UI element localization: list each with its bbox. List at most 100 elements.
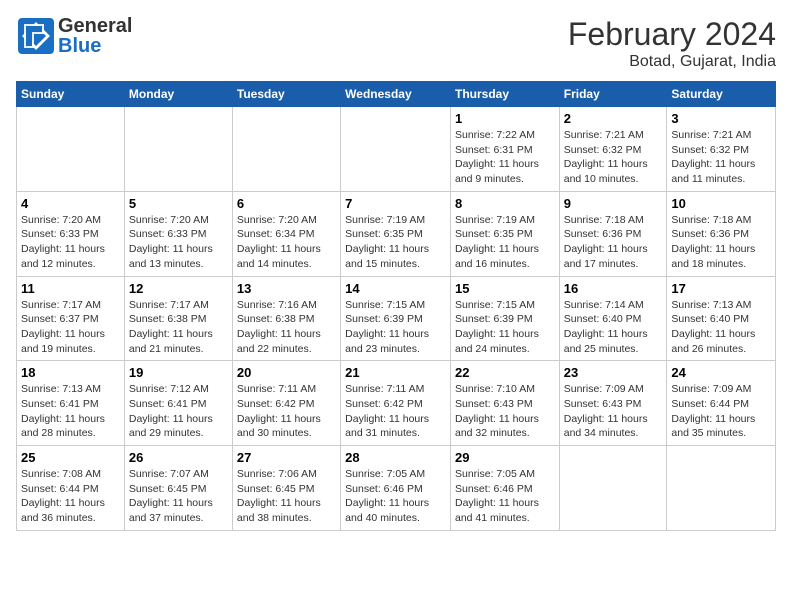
calendar-cell: 14Sunrise: 7:15 AMSunset: 6:39 PMDayligh… xyxy=(341,276,451,361)
logo-blue-text: Blue xyxy=(58,36,132,56)
day-info: Sunrise: 7:17 AMSunset: 6:38 PMDaylight:… xyxy=(129,298,228,357)
day-number: 28 xyxy=(345,450,446,465)
calendar-cell: 22 Sunrise: 7:10 AMSunset: 6:43 PMDayligh… xyxy=(450,361,559,446)
day-info: Sunrise: 7:12 AMSunset: 6:41 PMDaylight:… xyxy=(129,382,228,441)
day-info: Sunrise: 7:22 AMSunset: 6:31 PMDaylight:… xyxy=(455,128,555,187)
calendar-cell xyxy=(341,107,451,192)
calendar-cell: 2 Sunrise: 7:21 AMSunset: 6:32 PMDaylight… xyxy=(559,107,667,192)
day-number: 9 xyxy=(564,196,663,211)
calendar-cell: 8Sunrise: 7:19 AMSunset: 6:35 PMDaylight… xyxy=(450,191,559,276)
day-number: 3 xyxy=(671,111,771,126)
calendar-cell: 26 Sunrise: 7:07 AMSunset: 6:45 PMDayligh… xyxy=(124,446,232,531)
day-number: 20 xyxy=(237,365,336,380)
header-thursday: Thursday xyxy=(450,82,559,107)
day-info: Sunrise: 7:07 AMSunset: 6:45 PMDaylight:… xyxy=(129,467,228,526)
calendar-cell: 28Sunrise: 7:05 AMSunset: 6:46 PMDayligh… xyxy=(341,446,451,531)
calendar-cell: 3 Sunrise: 7:21 AMSunset: 6:32 PMDaylight… xyxy=(667,107,776,192)
calendar-body: 1 Sunrise: 7:22 AMSunset: 6:31 PMDaylight… xyxy=(17,107,776,531)
day-info: Sunrise: 7:19 AMSunset: 6:35 PMDaylight:… xyxy=(345,213,446,272)
page-header: General Blue February 2024 Botad, Gujara… xyxy=(16,16,776,71)
day-number: 15 xyxy=(455,281,555,296)
calendar-cell xyxy=(17,107,125,192)
calendar-cell xyxy=(232,107,340,192)
week-row-4: 18 Sunrise: 7:13 AMSunset: 6:41 PMDayligh… xyxy=(17,361,776,446)
logo-general-text: General xyxy=(58,16,132,36)
header-tuesday: Tuesday xyxy=(232,82,340,107)
day-info: Sunrise: 7:19 AMSunset: 6:35 PMDaylight:… xyxy=(455,213,555,272)
calendar-cell: 12 Sunrise: 7:17 AMSunset: 6:38 PMDayligh… xyxy=(124,276,232,361)
day-number: 25 xyxy=(21,450,120,465)
day-number: 26 xyxy=(129,450,228,465)
day-number: 27 xyxy=(237,450,336,465)
day-info: Sunrise: 7:05 AMSunset: 6:46 PMDaylight:… xyxy=(455,467,555,526)
day-number: 2 xyxy=(564,111,663,126)
calendar-cell: 1 Sunrise: 7:22 AMSunset: 6:31 PMDaylight… xyxy=(450,107,559,192)
calendar-cell: 18 Sunrise: 7:13 AMSunset: 6:41 PMDayligh… xyxy=(17,361,125,446)
calendar-cell: 16Sunrise: 7:14 AMSunset: 6:40 PMDayligh… xyxy=(559,276,667,361)
header-saturday: Saturday xyxy=(667,82,776,107)
calendar-cell: 5 Sunrise: 7:20 AMSunset: 6:33 PMDaylight… xyxy=(124,191,232,276)
calendar-header: SundayMondayTuesdayWednesdayThursdayFrid… xyxy=(17,82,776,107)
day-info: Sunrise: 7:21 AMSunset: 6:32 PMDaylight:… xyxy=(564,128,663,187)
day-info: Sunrise: 7:16 AMSunset: 6:38 PMDaylight:… xyxy=(237,298,336,357)
location-text: Botad, Gujarat, India xyxy=(568,53,776,71)
calendar-cell: 10 Sunrise: 7:18 AMSunset: 6:36 PMDayligh… xyxy=(667,191,776,276)
header-monday: Monday xyxy=(124,82,232,107)
week-row-2: 4Sunrise: 7:20 AMSunset: 6:33 PMDaylight… xyxy=(17,191,776,276)
day-number: 12 xyxy=(129,281,228,296)
calendar-cell: 15 Sunrise: 7:15 AMSunset: 6:39 PMDayligh… xyxy=(450,276,559,361)
week-row-5: 25 Sunrise: 7:08 AMSunset: 6:44 PMDayligh… xyxy=(17,446,776,531)
day-number: 7 xyxy=(345,196,446,211)
calendar-cell: 4Sunrise: 7:20 AMSunset: 6:33 PMDaylight… xyxy=(17,191,125,276)
calendar-cell: 29 Sunrise: 7:05 AMSunset: 6:46 PMDayligh… xyxy=(450,446,559,531)
day-info: Sunrise: 7:06 AMSunset: 6:45 PMDaylight:… xyxy=(237,467,336,526)
day-info: Sunrise: 7:20 AMSunset: 6:34 PMDaylight:… xyxy=(237,213,336,272)
title-area: February 2024 Botad, Gujarat, India xyxy=(568,16,776,71)
calendar-cell: 25 Sunrise: 7:08 AMSunset: 6:44 PMDayligh… xyxy=(17,446,125,531)
day-number: 18 xyxy=(21,365,120,380)
day-number: 5 xyxy=(129,196,228,211)
calendar-cell xyxy=(559,446,667,531)
day-number: 1 xyxy=(455,111,555,126)
day-info: Sunrise: 7:20 AMSunset: 6:33 PMDaylight:… xyxy=(129,213,228,272)
calendar-cell: 19 Sunrise: 7:12 AMSunset: 6:41 PMDayligh… xyxy=(124,361,232,446)
logo-text: General Blue xyxy=(58,16,132,56)
day-number: 21 xyxy=(345,365,446,380)
day-info: Sunrise: 7:11 AMSunset: 6:42 PMDaylight:… xyxy=(237,382,336,441)
calendar-cell: 23 Sunrise: 7:09 AMSunset: 6:43 PMDayligh… xyxy=(559,361,667,446)
header-friday: Friday xyxy=(559,82,667,107)
day-number: 10 xyxy=(671,196,771,211)
day-number: 24 xyxy=(671,365,771,380)
day-info: Sunrise: 7:13 AMSunset: 6:41 PMDaylight:… xyxy=(21,382,120,441)
day-info: Sunrise: 7:08 AMSunset: 6:44 PMDaylight:… xyxy=(21,467,120,526)
day-info: Sunrise: 7:18 AMSunset: 6:36 PMDaylight:… xyxy=(671,213,771,272)
day-number: 11 xyxy=(21,281,120,296)
day-info: Sunrise: 7:18 AMSunset: 6:36 PMDaylight:… xyxy=(564,213,663,272)
logo-icon xyxy=(16,16,56,56)
logo: General Blue xyxy=(16,16,132,56)
header-wednesday: Wednesday xyxy=(341,82,451,107)
day-info: Sunrise: 7:14 AMSunset: 6:40 PMDaylight:… xyxy=(564,298,663,357)
calendar-cell: 17Sunrise: 7:13 AMSunset: 6:40 PMDayligh… xyxy=(667,276,776,361)
calendar-cell: 11Sunrise: 7:17 AMSunset: 6:37 PMDayligh… xyxy=(17,276,125,361)
calendar-cell: 7 Sunrise: 7:19 AMSunset: 6:35 PMDaylight… xyxy=(341,191,451,276)
header-sunday: Sunday xyxy=(17,82,125,107)
day-number: 19 xyxy=(129,365,228,380)
week-row-3: 11Sunrise: 7:17 AMSunset: 6:37 PMDayligh… xyxy=(17,276,776,361)
day-number: 6 xyxy=(237,196,336,211)
day-info: Sunrise: 7:09 AMSunset: 6:43 PMDaylight:… xyxy=(564,382,663,441)
day-number: 14 xyxy=(345,281,446,296)
calendar-cell xyxy=(667,446,776,531)
header-row: SundayMondayTuesdayWednesdayThursdayFrid… xyxy=(17,82,776,107)
day-info: Sunrise: 7:15 AMSunset: 6:39 PMDaylight:… xyxy=(455,298,555,357)
calendar-cell: 27 Sunrise: 7:06 AMSunset: 6:45 PMDayligh… xyxy=(232,446,340,531)
day-info: Sunrise: 7:09 AMSunset: 6:44 PMDaylight:… xyxy=(671,382,771,441)
calendar-cell: 24 Sunrise: 7:09 AMSunset: 6:44 PMDayligh… xyxy=(667,361,776,446)
day-info: Sunrise: 7:10 AMSunset: 6:43 PMDaylight:… xyxy=(455,382,555,441)
day-number: 23 xyxy=(564,365,663,380)
day-number: 13 xyxy=(237,281,336,296)
day-info: Sunrise: 7:11 AMSunset: 6:42 PMDaylight:… xyxy=(345,382,446,441)
day-number: 29 xyxy=(455,450,555,465)
day-number: 22 xyxy=(455,365,555,380)
day-info: Sunrise: 7:21 AMSunset: 6:32 PMDaylight:… xyxy=(671,128,771,187)
